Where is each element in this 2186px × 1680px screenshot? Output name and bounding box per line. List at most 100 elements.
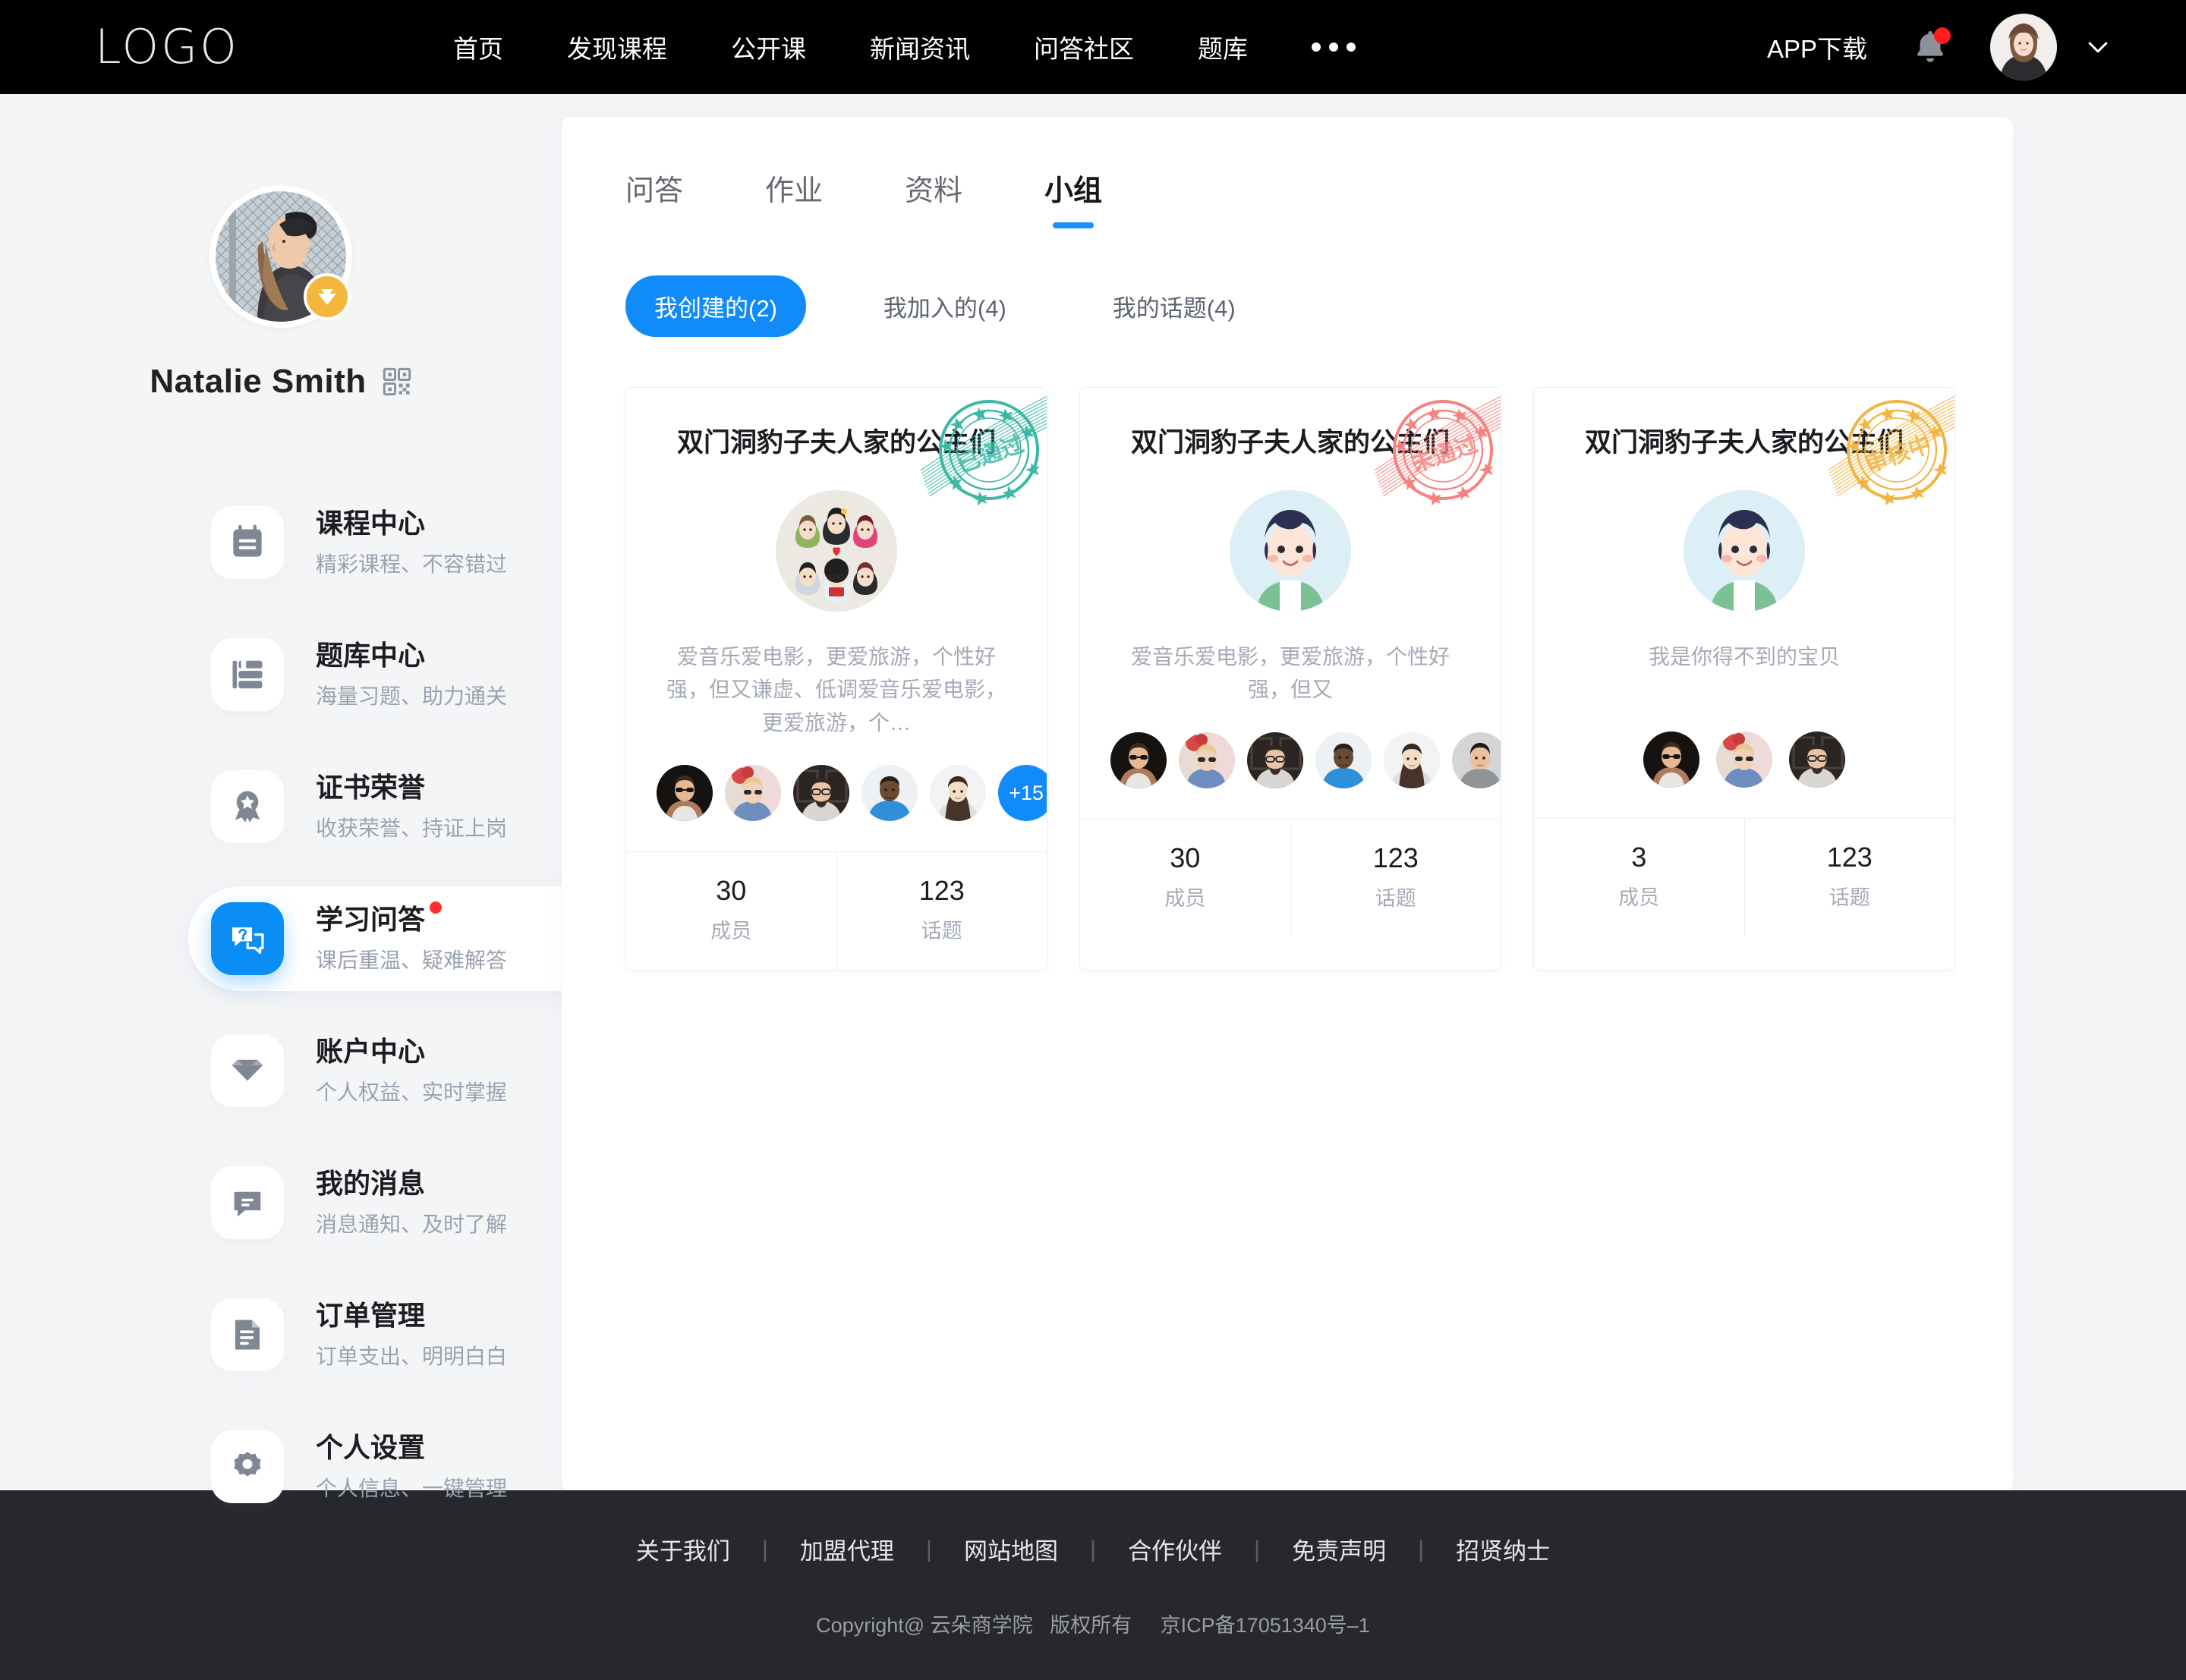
footer-separator: | bbox=[761, 1535, 768, 1562]
profile-avatar[interactable] bbox=[209, 185, 352, 328]
group-card[interactable]: 双门洞豹子夫人家的公主们 bbox=[1533, 387, 1955, 971]
group-card-description: 爱音乐爱电影，更爱旅游，个性好强，但又 bbox=[1130, 645, 1450, 702]
tab-homework[interactable]: 作业 bbox=[765, 167, 823, 228]
sidebar-item-title: 证书荣誉 bbox=[316, 771, 426, 803]
top-header: LOGO 首页 发现课程 公开课 新闻资讯 问答社区 题库 APP下载 bbox=[0, 0, 2186, 94]
group-card-stats: 3 成员 123 话题 bbox=[1534, 818, 1954, 936]
sidebar-item-study-qa[interactable]: 学习问答 课后重温、疑难解答 bbox=[0, 886, 607, 991]
footer-link-partners[interactable]: 合作伙伴 bbox=[1128, 1532, 1222, 1566]
member-avatar[interactable] bbox=[1247, 731, 1303, 788]
member-avatar[interactable] bbox=[1110, 731, 1167, 788]
sidebar-menu: 课程中心 精彩课程、不容错过 题库中心 海量习题、助力通关 证书荣誉 收获荣誉、… bbox=[0, 490, 607, 1519]
sidebar-item-title: 题库中心 bbox=[316, 639, 426, 671]
footer-link-franchise[interactable]: 加盟代理 bbox=[800, 1532, 894, 1566]
qr-code-icon[interactable] bbox=[382, 367, 412, 397]
medal-icon bbox=[211, 770, 284, 843]
member-avatar[interactable] bbox=[1643, 731, 1699, 788]
stat-label: 话题 bbox=[1375, 886, 1416, 910]
group-card-body: 双门洞豹子夫人家的公主们 bbox=[626, 388, 1047, 851]
footer-link-sitemap[interactable]: 网站地图 bbox=[964, 1532, 1058, 1566]
group-collage-image bbox=[776, 490, 897, 612]
group-collage-avatar bbox=[776, 490, 897, 612]
member-avatar[interactable] bbox=[793, 765, 849, 822]
app-download-button[interactable]: APP下载 bbox=[1767, 29, 1867, 65]
sidebar-item-title: 订单管理 bbox=[316, 1299, 426, 1331]
group-card-description: 爱音乐爱电影，更爱旅游，个性好强，但又谦虚、低调爱音乐爱电影，更爱旅游，个… bbox=[666, 645, 1006, 735]
boy-cartoon-image bbox=[1230, 490, 1351, 612]
stat-value: 123 bbox=[1826, 842, 1873, 873]
sidebar-item-question-bank-center[interactable]: 题库中心 海量习题、助力通关 bbox=[0, 622, 562, 727]
footer-link-careers[interactable]: 招贤纳士 bbox=[1456, 1532, 1550, 1566]
member-avatar[interactable] bbox=[1452, 731, 1501, 788]
notification-bell-button[interactable] bbox=[1910, 27, 1951, 68]
sidebar-item-title: 学习问答 bbox=[316, 901, 443, 936]
member-avatar[interactable] bbox=[861, 765, 918, 822]
sidebar-item-subtitle: 个人信息、一键管理 bbox=[316, 1477, 508, 1501]
sidebar-item-course-center[interactable]: 课程中心 精彩课程、不容错过 bbox=[0, 490, 562, 595]
sidebar-item-text: 题库中心 海量习题、助力通关 bbox=[316, 639, 507, 710]
member-avatar[interactable] bbox=[930, 765, 986, 822]
stat-topics: 123 话题 bbox=[1290, 819, 1501, 937]
chip-my-topics[interactable]: 我的话题(4) bbox=[1084, 275, 1265, 337]
avatar[interactable] bbox=[1990, 14, 2057, 80]
member-overflow-count[interactable]: +15 bbox=[998, 765, 1047, 822]
main-panel: 问答 作业 资料 小组 我创建的(2) 我加入的(4) 我的话题(4) 双门洞豹… bbox=[562, 117, 2013, 1492]
member-avatar[interactable] bbox=[1315, 731, 1372, 788]
footer-separator: | bbox=[1254, 1535, 1261, 1562]
member-avatar[interactable] bbox=[1384, 731, 1440, 788]
user-avatar-image bbox=[1990, 14, 2057, 80]
profile-block: Natalie Smith bbox=[0, 94, 562, 401]
boy-cartoon-image bbox=[1684, 490, 1805, 612]
app-root: LOGO 首页 发现课程 公开课 新闻资讯 问答社区 题库 APP下载 Nata… bbox=[0, 0, 2186, 1680]
site-logo[interactable]: LOGO bbox=[95, 24, 239, 71]
sidebar-item-text: 个人设置 个人信息、一键管理 bbox=[316, 1431, 507, 1502]
footer-link-about[interactable]: 关于我们 bbox=[636, 1532, 730, 1566]
stat-label: 话题 bbox=[1828, 886, 1870, 909]
profile-name: Natalie Smith bbox=[150, 363, 367, 400]
sidebar-item-text: 证书荣誉 收获荣誉、持证上岗 bbox=[316, 771, 507, 842]
member-avatar[interactable] bbox=[1716, 731, 1772, 788]
footer-separator: | bbox=[1089, 1535, 1097, 1562]
group-card[interactable]: 双门洞豹子夫人家的公主们 bbox=[625, 387, 1047, 971]
tab-materials[interactable]: 资料 bbox=[905, 167, 962, 228]
stat-label: 话题 bbox=[921, 920, 962, 943]
nav-item-open-class[interactable]: 公开课 bbox=[731, 29, 806, 65]
sidebar-item-title-label: 学习问答 bbox=[316, 903, 426, 935]
nav-item-discover-courses[interactable]: 发现课程 bbox=[567, 29, 667, 65]
sidebar-item-certificates[interactable]: 证书荣誉 收获荣誉、持证上岗 bbox=[0, 754, 562, 859]
member-avatar[interactable] bbox=[1789, 731, 1845, 788]
tab-groups[interactable]: 小组 bbox=[1044, 167, 1102, 228]
stat-label: 成员 bbox=[1618, 886, 1660, 909]
more-horizontal-icon[interactable] bbox=[1311, 42, 1356, 52]
group-card-list: 双门洞豹子夫人家的公主们 已通过 爱音乐爱电影，更爱旅游，个性好强，但又谦虚、低… bbox=[562, 337, 2013, 971]
footer-separator: | bbox=[1418, 1535, 1425, 1562]
sidebar-item-messages[interactable]: 我的消息 消息通知、及时了解 bbox=[0, 1150, 562, 1255]
boy-cartoon-avatar bbox=[1230, 490, 1351, 612]
sidebar-item-orders[interactable]: 订单管理 订单支出、明明白白 bbox=[0, 1282, 562, 1387]
member-avatar[interactable] bbox=[657, 765, 713, 822]
chevron-down-icon[interactable] bbox=[2083, 32, 2113, 62]
member-avatar[interactable] bbox=[725, 765, 781, 822]
nav-item-qa-community[interactable]: 问答社区 bbox=[1034, 29, 1134, 65]
nav-item-home[interactable]: 首页 bbox=[453, 29, 503, 65]
chip-created-by-me[interactable]: 我创建的(2) bbox=[625, 275, 806, 337]
stat-label: 成员 bbox=[710, 920, 752, 943]
footer-link-disclaimer[interactable]: 免责声明 bbox=[1292, 1532, 1386, 1566]
sidebar-item-text: 订单管理 订单支出、明明白白 bbox=[316, 1299, 507, 1370]
group-card-stats: 30 成员 123 话题 bbox=[1080, 818, 1501, 937]
main-nav: 首页 发现课程 公开课 新闻资讯 问答社区 题库 bbox=[453, 29, 1419, 65]
stat-value: 30 bbox=[1170, 842, 1201, 873]
chip-joined-by-me[interactable]: 我加入的(4) bbox=[855, 275, 1035, 337]
gear-icon bbox=[211, 1430, 284, 1503]
tab-qa[interactable]: 问答 bbox=[625, 167, 683, 228]
sidebar-item-account-center[interactable]: 账户中心 个人权益、实时掌握 bbox=[0, 1018, 562, 1123]
group-card[interactable]: 双门洞豹子夫人家的公主们 bbox=[1079, 387, 1501, 971]
nav-item-news[interactable]: 新闻资讯 bbox=[870, 29, 970, 65]
footer-separator: | bbox=[925, 1535, 932, 1562]
nav-item-question-bank[interactable]: 题库 bbox=[1198, 29, 1248, 65]
sidebar-item-text: 课程中心 精彩课程、不容错过 bbox=[316, 507, 507, 578]
sidebar-item-title: 课程中心 bbox=[316, 507, 426, 539]
member-avatar[interactable] bbox=[1179, 731, 1235, 788]
sidebar-item-subtitle: 精彩课程、不容错过 bbox=[316, 552, 508, 577]
group-card-title: 双门洞豹子夫人家的公主们 bbox=[1130, 428, 1450, 458]
